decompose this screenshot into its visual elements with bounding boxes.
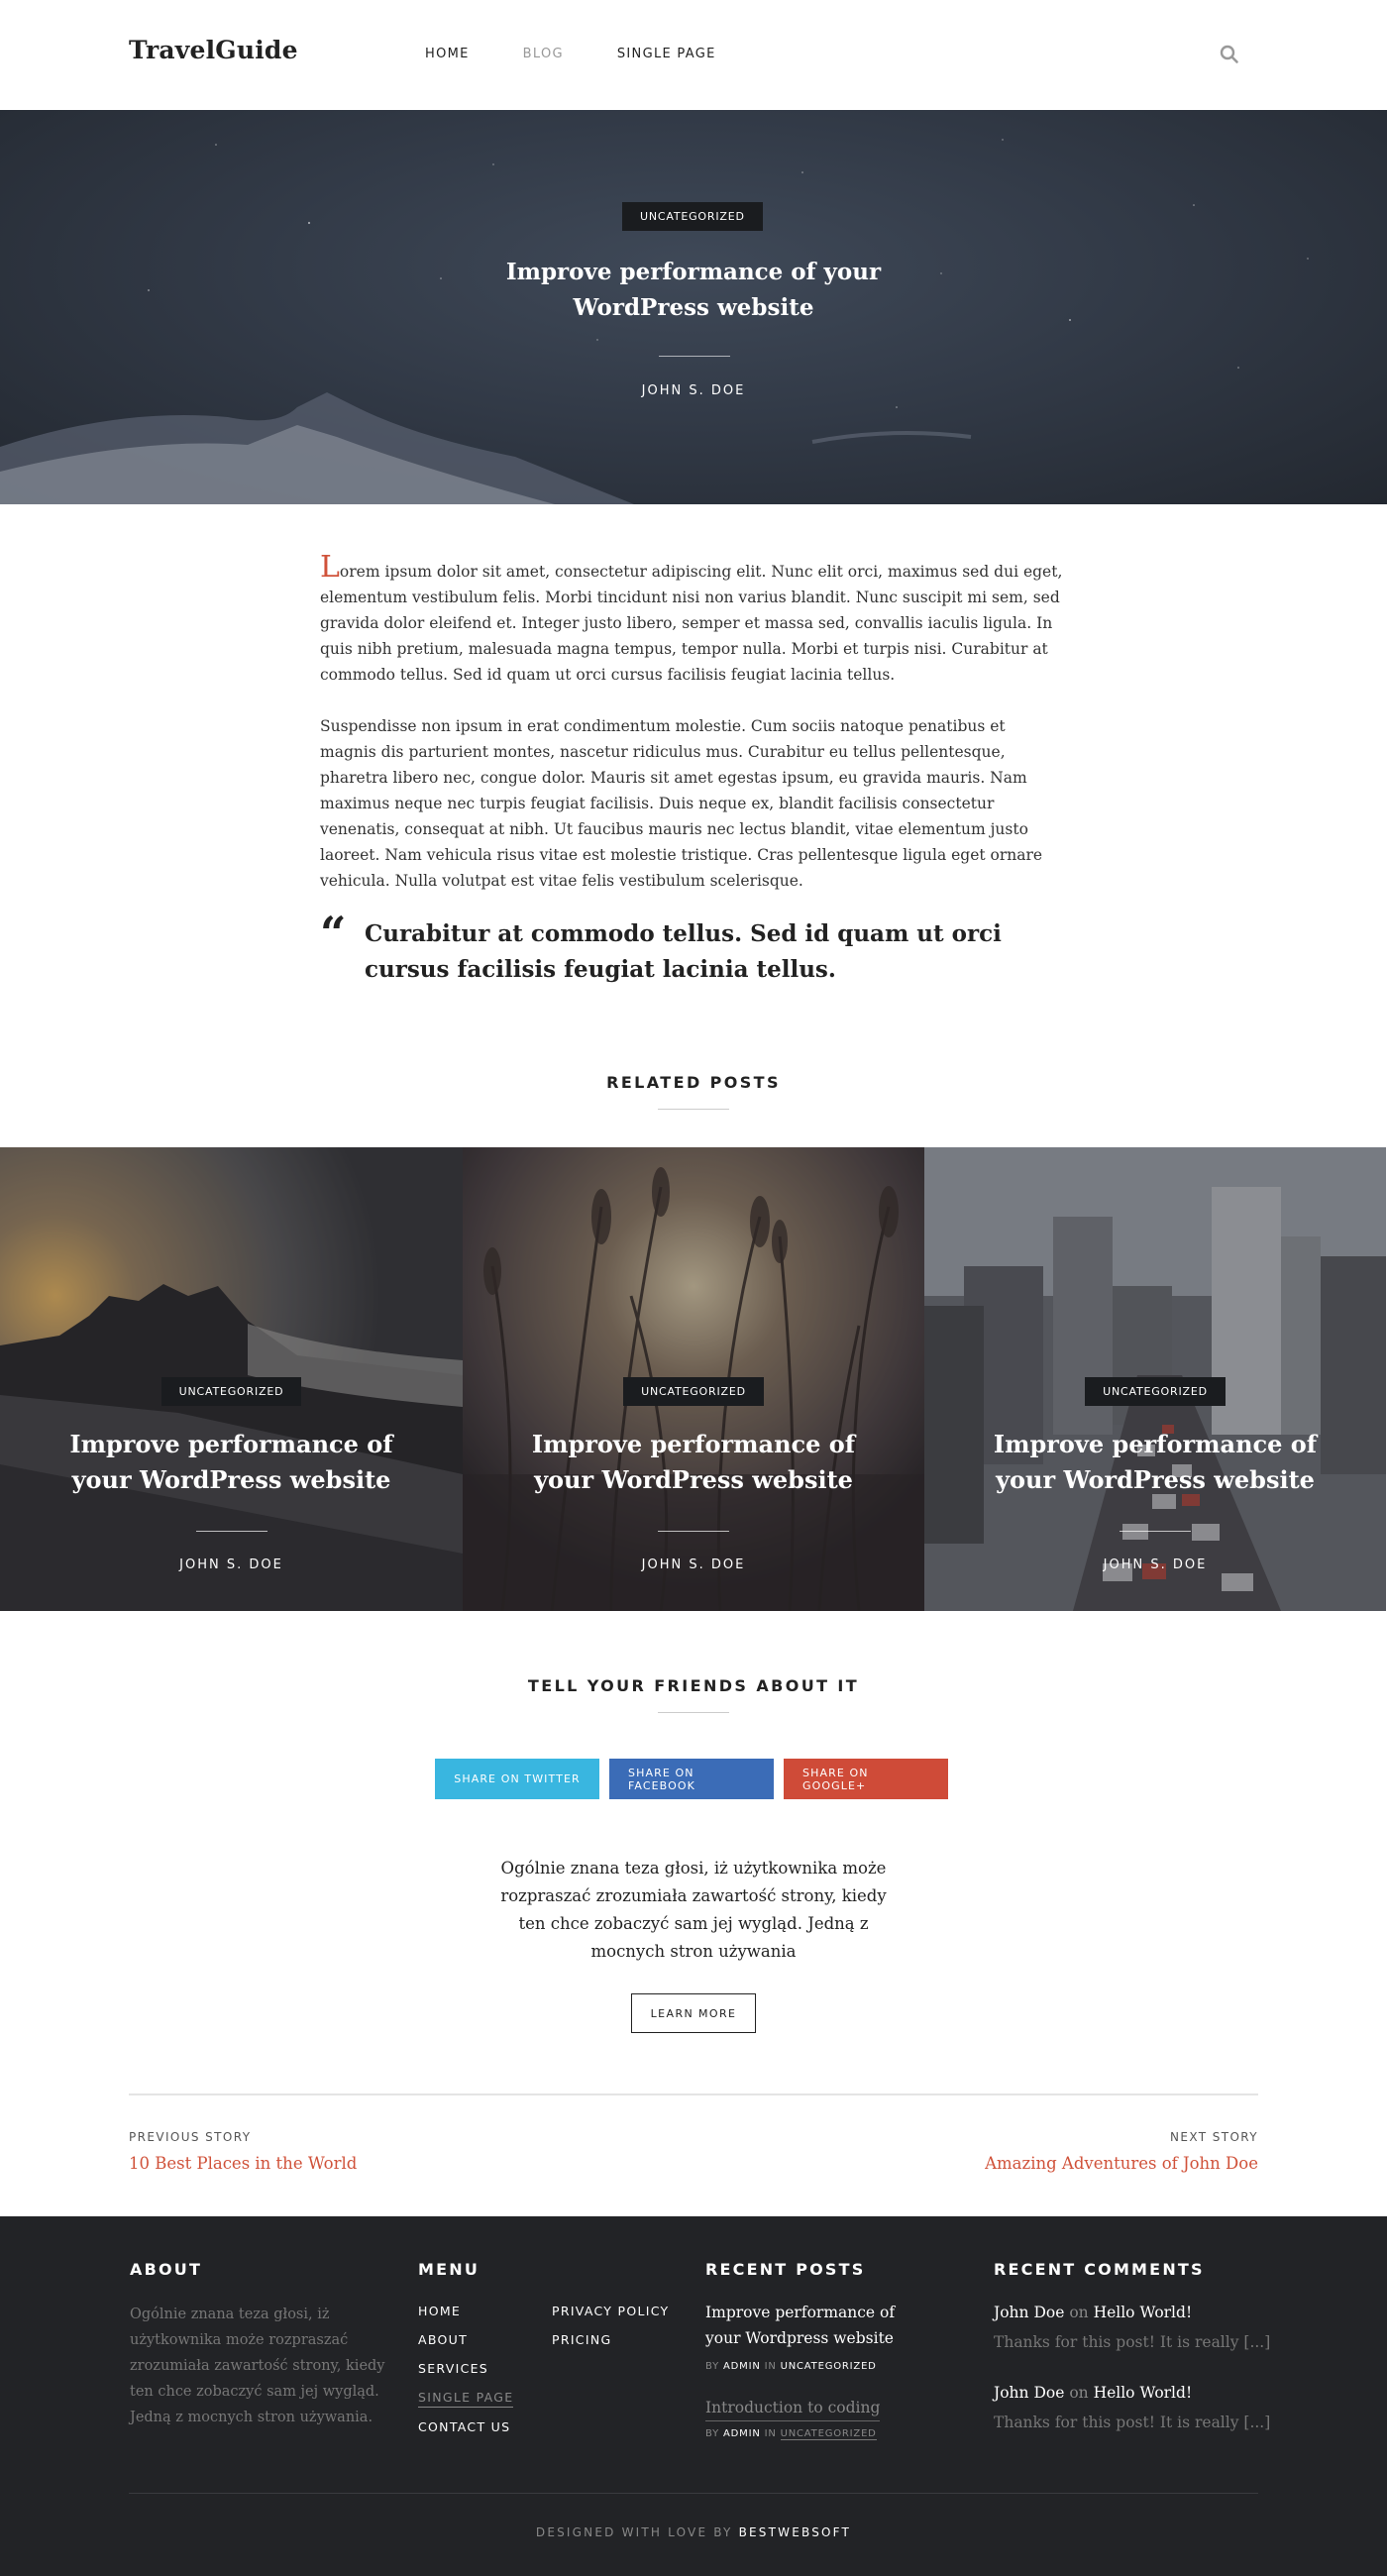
comment-on: on <box>1069 2384 1089 2402</box>
nav-home[interactable]: HOME <box>425 47 470 61</box>
share-heading: TELL YOUR FRIENDS ABOUT IT <box>527 1676 860 1695</box>
paragraph-text: orem ipsum dolor sit amet, consectetur a… <box>320 563 1063 684</box>
article-paragraph: Lorem ipsum dolor sit amet, consectetur … <box>320 553 1065 688</box>
comment-excerpt: Thanks for this post! It is really [...] <box>994 2414 1271 2431</box>
learn-more-button[interactable]: LEARN MORE <box>631 1993 756 2033</box>
hero-banner: UNCATEGORIZED Improve performance of you… <box>0 110 1387 504</box>
previous-story-link[interactable]: 10 Best Places in the World <box>129 2154 357 2173</box>
site-footer: ABOUT Ogólnie znana teza głosi, iż użytk… <box>0 2216 1387 2576</box>
share-twitter-button[interactable]: SHARE ON TWITTER <box>435 1759 599 1799</box>
comment-excerpt: Thanks for this post! It is really [...] <box>994 2333 1271 2351</box>
card-category-badge[interactable]: UNCATEGORIZED <box>623 1377 764 1406</box>
footer-about-text: Ogólnie znana teza głosi, iż użytkownika… <box>130 2307 385 2425</box>
footer-menu-services[interactable]: SERVICES <box>418 2361 488 2376</box>
recent-post-link[interactable]: Improve performance of your Wordpress we… <box>705 2300 933 2351</box>
site-header: TravelGuide HOME BLOG SINGLE PAGE <box>0 0 1387 110</box>
meta-by: BY <box>705 2428 720 2439</box>
share-google-button[interactable]: SHARE ON GOOGLE+ <box>784 1759 948 1799</box>
card-category-badge[interactable]: UNCATEGORIZED <box>1085 1377 1226 1406</box>
quote-icon: “ <box>320 907 347 960</box>
footer-menu-pricing[interactable]: PRICING <box>552 2332 611 2347</box>
search-icon[interactable] <box>1219 44 1240 65</box>
article-paragraph: Suspendisse non ipsum in erat condimentu… <box>320 717 1043 890</box>
recent-comment: John Doe on Hello World! <box>994 2304 1192 2321</box>
card-divider <box>1120 1531 1191 1532</box>
related-post-card[interactable]: UNCATEGORIZED Improve performance of you… <box>463 1147 924 1611</box>
hero-title[interactable]: Improve performance of your WordPress we… <box>446 255 941 326</box>
footer-menu-privacy[interactable]: PRIVACY POLICY <box>552 2304 669 2318</box>
quote-text: Curabitur at commodo tellus. Sed id quam… <box>365 920 1002 983</box>
related-posts-heading: RELATED POSTS <box>606 1073 781 1092</box>
share-facebook-button[interactable]: SHARE ON FACEBOOK <box>609 1759 774 1799</box>
card-category-wrap: UNCATEGORIZED <box>0 1377 463 1406</box>
meta-in: IN <box>764 2361 777 2372</box>
comment-post-link[interactable]: Hello World! <box>1094 2304 1193 2321</box>
credit-text: DESIGNED WITH LOVE BY <box>535 2525 733 2539</box>
related-posts: UNCATEGORIZED Improve performance of you… <box>0 1147 1387 1611</box>
article-body: Lorem ipsum dolor sit amet, consectetur … <box>320 553 1065 894</box>
meta-category[interactable]: UNCATEGORIZED <box>780 2428 877 2440</box>
dropcap: L <box>320 550 340 585</box>
card-title[interactable]: Improve performance of your WordPress we… <box>502 1427 885 1498</box>
related-post-card[interactable]: UNCATEGORIZED Improve performance of you… <box>0 1147 463 1611</box>
card-divider <box>195 1531 267 1532</box>
main-nav: HOME BLOG SINGLE PAGE <box>425 47 716 61</box>
card-author[interactable]: JOHN S. DOE <box>0 1557 463 1572</box>
site-logo[interactable]: TravelGuide <box>129 36 298 64</box>
footer-menu-home[interactable]: HOME <box>418 2304 461 2318</box>
card-title[interactable]: Improve performance of your WordPress we… <box>964 1427 1346 1498</box>
card-category-wrap: UNCATEGORIZED <box>924 1377 1386 1406</box>
related-divider <box>658 1109 729 1110</box>
footer-recent-comments-heading: RECENT COMMENTS <box>994 2260 1205 2279</box>
footer-recent-posts-heading: RECENT POSTS <box>705 2260 866 2279</box>
comment-author[interactable]: John Doe <box>994 2384 1064 2402</box>
recent-comment: John Doe on Hello World! <box>994 2384 1192 2402</box>
meta-author[interactable]: ADMIN <box>723 2428 761 2439</box>
share-buttons: SHARE ON TWITTER SHARE ON FACEBOOK SHARE… <box>435 1759 948 1799</box>
hero-author[interactable]: JOHN S. DOE <box>594 383 793 398</box>
nav-blog[interactable]: BLOG <box>523 47 564 61</box>
recent-post-meta: BY ADMIN IN UNCATEGORIZED <box>705 2361 877 2372</box>
related-post-card[interactable]: UNCATEGORIZED Improve performance of you… <box>924 1147 1386 1611</box>
recent-post-link[interactable]: Introduction to coding <box>705 2395 881 2421</box>
card-category-wrap: UNCATEGORIZED <box>463 1377 924 1406</box>
share-divider <box>658 1712 729 1713</box>
next-story-link[interactable]: Amazing Adventures of John Doe <box>985 2154 1258 2173</box>
footer-menu-single-page[interactable]: SINGLE PAGE <box>418 2390 514 2408</box>
footer-menu-contact[interactable]: CONTACT US <box>418 2419 510 2434</box>
next-story-label: NEXT STORY <box>1169 2130 1258 2144</box>
footer-credit: DESIGNED WITH LOVE BY BESTWEBSOFT <box>0 2525 1387 2539</box>
recent-post-meta: BY ADMIN IN UNCATEGORIZED <box>705 2428 877 2440</box>
meta-author[interactable]: ADMIN <box>723 2361 761 2372</box>
hero-divider <box>659 356 730 357</box>
card-category-badge[interactable]: UNCATEGORIZED <box>160 1377 302 1406</box>
card-author[interactable]: JOHN S. DOE <box>463 1557 924 1572</box>
meta-by: BY <box>705 2361 720 2372</box>
card-title[interactable]: Improve performance of your WordPress we… <box>40 1427 423 1498</box>
promo-text: Ogólnie znana teza głosi, iż użytkownika… <box>500 1859 887 1961</box>
credit-brand-link[interactable]: BESTWEBSOFT <box>739 2525 852 2539</box>
meta-category[interactable]: UNCATEGORIZED <box>781 2361 877 2372</box>
pull-quote: “ Curabitur at commodo tellus. Sed id qu… <box>320 911 1014 988</box>
comment-on: on <box>1069 2304 1089 2321</box>
meta-in: IN <box>764 2428 777 2439</box>
footer-menu-about[interactable]: ABOUT <box>418 2332 468 2347</box>
footer-about-heading: ABOUT <box>130 2260 203 2279</box>
comment-post-link[interactable]: Hello World! <box>1094 2384 1193 2402</box>
footer-menu-heading: MENU <box>418 2260 480 2279</box>
nav-single-page[interactable]: SINGLE PAGE <box>617 47 716 61</box>
previous-story-label: PREVIOUS STORY <box>129 2130 252 2144</box>
card-divider <box>658 1531 729 1532</box>
post-nav-divider <box>129 2093 1258 2095</box>
card-author[interactable]: JOHN S. DOE <box>924 1557 1386 1572</box>
hero-category-badge[interactable]: UNCATEGORIZED <box>622 202 763 231</box>
footer-divider <box>129 2493 1258 2494</box>
comment-author[interactable]: John Doe <box>994 2304 1064 2321</box>
